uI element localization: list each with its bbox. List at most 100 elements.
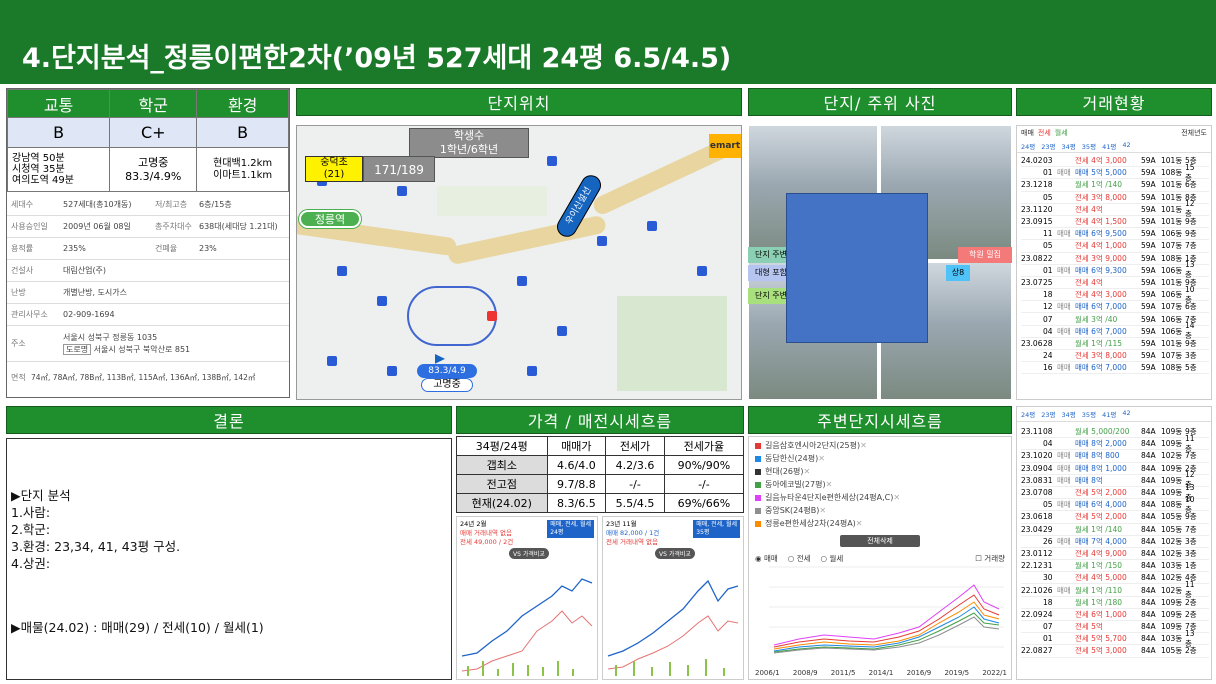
area-tab[interactable]: 42 (1122, 409, 1130, 419)
tab-jeonse[interactable]: 전세 (1038, 128, 1051, 138)
remove-icon[interactable]: ✕ (893, 493, 900, 502)
remove-icon[interactable]: ✕ (856, 519, 863, 528)
table-row[interactable]: 23.09 04 매매 매매 8억 1,000 84A 109동 2층 (1021, 463, 1209, 475)
table-row[interactable]: 23.10 20 매매 매매 8억 800 84A 102동 7층 (1021, 450, 1209, 463)
table-row[interactable]: 05 전세 3억 8,000 59A 101동 8층 (1021, 192, 1209, 204)
map-pin[interactable] (327, 356, 337, 366)
area-tab[interactable]: 23평 (1041, 409, 1055, 419)
table-row[interactable]: 23.07 25 전세 4억 59A 101동 9층 (1021, 277, 1209, 290)
table-row[interactable]: 22.09 24 전세 6억 1,000 84A 109동 2층 (1021, 609, 1209, 621)
legend-label: 중앙SK(24평B) (765, 506, 820, 515)
table-row[interactable]: 01 매매 매매 6억 9,300 59A 106동 13층 (1021, 260, 1209, 279)
legend-item[interactable]: 길음뉴타운4단지e편한세상(24평A,C) ✕ (755, 491, 1005, 504)
table-row[interactable]: 18 월세 1억 /180 84A 109동 2층 (1021, 597, 1209, 609)
table-row[interactable]: 26 매매 매매 7억 4,000 84A 102동 3층 (1021, 536, 1209, 548)
map-pin[interactable] (557, 326, 567, 336)
table-cell: 107동 (1161, 241, 1183, 251)
map-pin[interactable] (387, 366, 397, 376)
legend-item[interactable]: 중앙SK(24평B) ✕ (755, 504, 1005, 517)
map-pin[interactable] (337, 266, 347, 276)
table-cell: 31 (1043, 475, 1053, 485)
table-row[interactable]: 23.04 29 월세 1억 /140 84A 105동 7층 (1021, 524, 1209, 536)
area-tab[interactable]: 24평 (1021, 141, 1035, 151)
remove-icon[interactable]: ✕ (860, 441, 867, 450)
legend-swatch (755, 442, 761, 449)
area-tab[interactable]: 41평 (1102, 141, 1116, 151)
table-row[interactable]: 22.10 26 매매 월세 1억 /110 84A 102동 11층 (1021, 580, 1209, 599)
table-row[interactable]: 23.11 20 전세 4억 59A 101동 12층 (1021, 199, 1209, 218)
table-row[interactable]: 23.11 08 월세 5,000/200 84A 109동 9층 (1021, 426, 1209, 439)
table-row[interactable]: 23.06 18 전세 5억 2,000 84A 105동 9층 (1021, 511, 1209, 524)
table-row[interactable]: 22.12 31 월세 1억 /150 84A 103동 1층 (1021, 560, 1209, 573)
school-marker[interactable]: 숭덕초 (21) (305, 156, 363, 182)
area-tab[interactable]: 34평 (1062, 409, 1076, 419)
table-row[interactable]: 23.06 28 월세 1억 /115 59A 101동 9층 (1021, 338, 1209, 350)
table-row[interactable]: 01 매매 매매 5억 5,000 59A 108동 15층 (1021, 163, 1209, 182)
map-pin[interactable] (377, 296, 387, 306)
area-tab[interactable]: 41평 (1102, 409, 1116, 419)
table-row[interactable]: 01 전세 5억 5,700 84A 103동 13층 (1021, 629, 1209, 648)
table-row[interactable]: 05 매매 매매 6억 4,000 84A 108동 10층 (1021, 495, 1209, 514)
emart-logo[interactable]: emart (709, 134, 741, 158)
vs-button[interactable]: VS 가격비교 (655, 548, 695, 559)
area-tab[interactable]: 34평 (1062, 141, 1076, 151)
map-pin[interactable] (697, 266, 707, 276)
tab-sale[interactable]: 매매 (1021, 128, 1034, 138)
table-row[interactable]: 23.09 15 전세 4억 1,500 59A 101동 9층 (1021, 216, 1209, 229)
middle-score: 83.3/4.9 (417, 364, 477, 378)
table-row[interactable]: 18 전세 4억 3,000 59A 106동 10층 (1021, 285, 1209, 304)
info-key: 건설사 (11, 266, 34, 275)
table-row[interactable]: 11 매매 매매 6억 9,500 59A 106동 9층 (1021, 228, 1209, 241)
table-row[interactable]: 07 전세 5억 84A 109동 7층 (1021, 621, 1209, 634)
area-tab[interactable]: 23평 (1041, 141, 1055, 151)
table-row[interactable]: 23.01 12 전세 4억 9,000 84A 102동 3층 (1021, 548, 1209, 561)
table-cell: 매매 (1057, 536, 1071, 546)
legend-item[interactable]: 정릉e편한세상2차(24평A) ✕ (755, 517, 1005, 530)
map-view[interactable]: 학생수 1학년/6학년 숭덕초 (21) 171/189 정릉역 emart 우… (296, 125, 742, 400)
table-row[interactable]: 12 매매 매매 6억 7,000 59A 107동 6층 (1021, 301, 1209, 314)
map-pin[interactable] (647, 221, 657, 231)
area-tab[interactable]: 24평 (1021, 409, 1035, 419)
legend-item[interactable]: 동아에코빌(27평) ✕ (755, 478, 1005, 491)
table-row[interactable]: 22.08 27 전세 5억 3,000 84A 105동 2층 (1021, 645, 1209, 658)
map-pin[interactable] (527, 366, 537, 376)
year-filter[interactable]: 전체년도 (1181, 128, 1207, 138)
table-row[interactable]: 23.08 22 전세 3억 9,000 59A 108동 1층 (1021, 253, 1209, 265)
area-tab[interactable]: 35평 (1082, 141, 1096, 151)
table-row[interactable]: 30 전세 4억 5,000 84A 102동 4층 (1021, 572, 1209, 585)
vs-button[interactable]: VS 가격비교 (509, 548, 549, 559)
map-pin[interactable] (597, 236, 607, 246)
legend-item[interactable]: 길음삼호엔시아2단지(25평) ✕ (755, 439, 1005, 452)
table-row[interactable]: 24.02 03 전세 4억 3,000 59A 101동 5층 (1021, 155, 1209, 168)
area-tab[interactable]: 42 (1122, 141, 1130, 151)
table-cell: 매매 8억 800 (1075, 451, 1120, 461)
remove-icon[interactable]: ✕ (826, 480, 833, 489)
clear-all-button[interactable]: 전체삭제 (840, 535, 920, 547)
remove-icon[interactable]: ✕ (819, 506, 826, 515)
legend-item[interactable]: 동답한신(24평) ✕ (755, 452, 1005, 465)
table-row[interactable]: 04 매매 매매 6억 7,000 59A 106동 14층 (1021, 321, 1209, 340)
map-pin[interactable] (517, 276, 527, 286)
traffic-detail: 강남역 50분 시청역 35분 여의도역 49분 (7, 147, 111, 192)
area-tab[interactable]: 35평 (1082, 409, 1096, 419)
station-marker[interactable]: 정릉역 (299, 210, 361, 228)
table-row[interactable]: 23.12 18 월세 1억 /140 59A 101동 6층 (1021, 179, 1209, 192)
mini-chart-badge[interactable]: 매매, 전세, 월세 24평 (547, 520, 594, 538)
table-row[interactable]: 05 전세 4억 1,000 59A 107동 7층 (1021, 240, 1209, 253)
table-row[interactable]: 24 전세 3억 8,000 59A 107동 3층 (1021, 350, 1209, 363)
mini-chart-badge[interactable]: 매매, 전세, 월세 35평 (693, 520, 740, 538)
table-row[interactable]: 07 월세 3억 /40 59A 106동 7층 (1021, 313, 1209, 326)
map-pin[interactable] (397, 186, 407, 196)
map-pin[interactable] (547, 156, 557, 166)
table-row[interactable]: 16 매매 매매 6억 7,000 59A 108동 5층 (1021, 362, 1209, 375)
tab-monthly[interactable]: 월세 (1055, 128, 1068, 138)
table-cell: 매매 (1057, 265, 1071, 275)
table-row[interactable]: 23.08 31 매매 매매 8억 84A 109동 12층 (1021, 470, 1209, 489)
table-cell: 84A (1141, 451, 1156, 461)
map-pin[interactable] (487, 311, 497, 321)
remove-icon[interactable]: ✕ (818, 454, 825, 463)
remove-icon[interactable]: ✕ (804, 467, 811, 476)
table-row[interactable]: 04 매매 8억 2,000 84A 109동 11층 (1021, 434, 1209, 453)
table-row[interactable]: 23.07 08 전세 5억 2,000 84A 109동 13층 (1021, 483, 1209, 502)
legend-item[interactable]: 현대(26평) ✕ (755, 465, 1005, 478)
